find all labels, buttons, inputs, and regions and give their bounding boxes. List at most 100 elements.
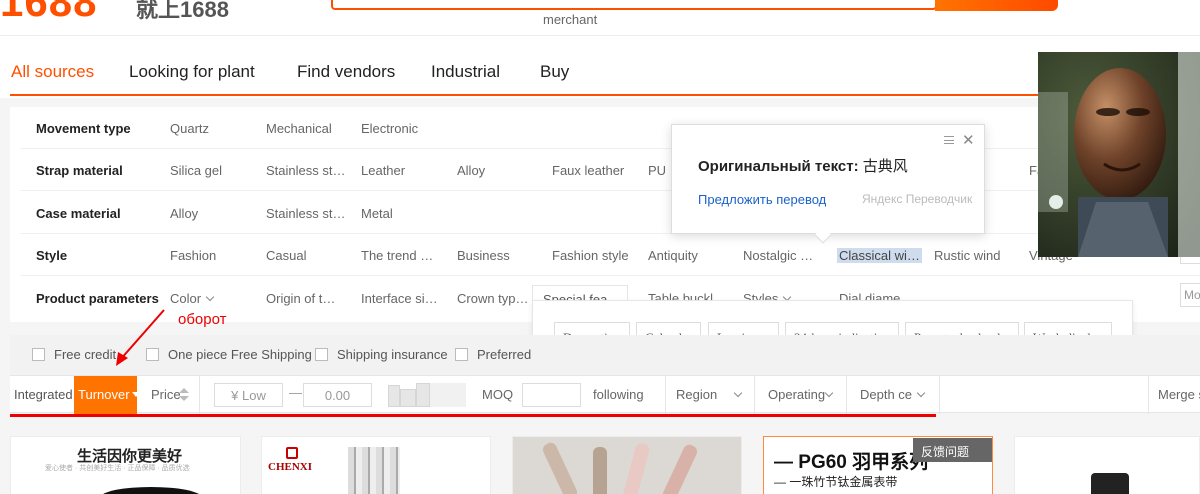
filter-label: Style <box>36 248 68 263</box>
sort-arrows-icon <box>179 388 189 402</box>
suggest-translation-link[interactable]: Предложить перевод <box>698 192 826 207</box>
product-card[interactable] <box>512 436 742 494</box>
sort-bar: Integrated Turnover Price ¥ Low — 0.00 M… <box>10 375 1200 414</box>
tab-buy[interactable]: Buy <box>540 62 569 82</box>
filter-option[interactable]: Fashion style <box>552 248 629 263</box>
filter-row-style: Style Fashion Casual The trend … Busines… <box>20 234 1200 276</box>
site-logo[interactable]: 1688 <box>0 0 97 26</box>
checkbox-box <box>32 348 45 361</box>
moq-label: MOQ <box>482 387 514 402</box>
sort-turnover-label: Turnover <box>78 387 130 402</box>
menu-icon[interactable] <box>944 136 954 144</box>
filter-option[interactable]: Fashion <box>170 248 216 263</box>
filter-row-case: Case material Alloy Stainless st… Metal <box>20 192 1200 234</box>
param-dropdown[interactable]: Crown typ… <box>457 291 529 306</box>
operating-dropdown[interactable]: Operating <box>768 387 834 402</box>
tab-industrial[interactable]: Industrial <box>431 62 500 82</box>
filter-option[interactable]: Business <box>457 248 510 263</box>
divider <box>665 376 666 414</box>
product-banner-subtitle: — 一珠竹节钛金属表带 <box>774 475 898 489</box>
depth-dropdown-label: Depth ce <box>860 387 913 402</box>
checkbox-label: Shipping insurance <box>337 347 448 362</box>
chevron-down-icon <box>205 292 215 302</box>
filter-option[interactable]: The trend … <box>361 248 433 263</box>
site-logo-slogan: 就上1688 <box>136 0 229 22</box>
filter-option[interactable]: Alloy <box>457 163 485 178</box>
filter-option[interactable]: Quartz <box>170 121 209 136</box>
tab-all-sources[interactable]: All sources <box>11 62 94 82</box>
close-icon[interactable]: ✕ <box>962 131 975 149</box>
product-image <box>593 447 607 494</box>
source-tabs: All sources Looking for plant Find vendo… <box>0 36 1200 98</box>
sort-integrated[interactable]: Integrated <box>14 387 73 402</box>
filter-label: Strap material <box>36 163 123 178</box>
checkbox-free-credit[interactable]: Free credit <box>32 347 116 362</box>
price-distribution-graph[interactable] <box>388 383 466 407</box>
tab-find-vendors[interactable]: Find vendors <box>297 62 395 82</box>
filter-option[interactable]: Metal <box>361 206 393 221</box>
checkbox-label: Preferred <box>477 347 532 362</box>
product-card[interactable] <box>1014 436 1200 494</box>
filter-option[interactable]: Rustic wind <box>934 248 1000 263</box>
filter-option[interactable]: Mechanical <box>266 121 332 136</box>
param-dropdown[interactable]: Interface si… <box>361 291 438 306</box>
filter-option[interactable]: Antiquity <box>648 248 698 263</box>
active-tab-underline <box>10 94 1070 96</box>
product-card[interactable]: CHENXI <box>261 436 491 494</box>
filter-option[interactable]: Faux leather <box>552 163 624 178</box>
product-image <box>348 447 400 494</box>
product-image <box>660 442 700 494</box>
filter-option[interactable]: Casual <box>266 248 306 263</box>
sort-turnover[interactable]: Turnover <box>74 376 140 414</box>
moq-following-label: following <box>593 387 644 402</box>
sort-price[interactable]: Price <box>151 387 181 402</box>
chevron-down-icon <box>733 388 743 398</box>
brand-logo: CHENXI <box>268 461 313 473</box>
translator-brand[interactable]: Яндекс Переводчик <box>862 192 972 206</box>
more-button[interactable]: More <box>1180 283 1200 307</box>
product-card[interactable]: 生活因你更美好 爱心使者 · 共创美好生活 · 正品保障 · 品质优选 <box>10 436 241 494</box>
filter-option[interactable]: Stainless st… <box>266 163 345 178</box>
annotation-underline <box>10 414 936 417</box>
product-grid: 生活因你更美好 爱心使者 · 共创美好生活 · 正品保障 · 品质优选 CHEN… <box>0 422 1200 494</box>
brand-shield-icon <box>286 447 298 459</box>
filter-option[interactable]: Electronic <box>361 121 418 136</box>
checkbox-preferred[interactable]: Preferred <box>455 347 531 362</box>
range-dash: — <box>289 385 302 400</box>
filter-label: Movement type <box>36 121 131 136</box>
filter-row-movement: Movement type Quartz Mechanical Electron… <box>20 107 1200 149</box>
tab-looking-for-plant[interactable]: Looking for plant <box>129 62 255 82</box>
caret-down-icon <box>131 392 140 397</box>
divider <box>754 376 755 414</box>
chevron-down-icon <box>916 388 926 398</box>
filter-option[interactable]: Stainless st… <box>266 206 345 221</box>
param-dropdown[interactable]: Origin of t… <box>266 291 335 306</box>
filter-option[interactable]: Silica gel <box>170 163 222 178</box>
divider <box>846 376 847 414</box>
price-high-input[interactable]: 0.00 <box>303 383 372 407</box>
moq-input[interactable] <box>522 383 581 407</box>
region-dropdown-label: Region <box>676 387 718 402</box>
product-banner-subtitle: 爱心使者 · 共创美好生活 · 正品保障 · 品质优选 <box>45 465 190 472</box>
translator-title-prefix: Оригинальный текст: <box>698 158 859 175</box>
checkbox-free-shipping[interactable]: One piece Free Shipping <box>146 347 312 362</box>
product-image <box>621 442 651 494</box>
feedback-button[interactable]: 反馈问题 <box>913 438 992 462</box>
filter-option-selected[interactable]: Classical wi… <box>837 248 922 263</box>
search-button[interactable] <box>935 0 1058 11</box>
filter-option[interactable]: Leather <box>361 163 405 178</box>
depth-dropdown[interactable]: Depth ce <box>860 387 926 402</box>
checkbox-shipping-insurance[interactable]: Shipping insurance <box>315 347 448 362</box>
region-dropdown[interactable]: Region <box>676 387 743 402</box>
filter-option[interactable]: PU <box>648 163 666 178</box>
param-dropdown[interactable]: Color <box>170 291 215 306</box>
filter-label: Product parameters <box>36 291 159 306</box>
filter-option[interactable]: Nostalgic … <box>743 248 813 263</box>
filter-row-strap: Strap material Silica gel Stainless st… … <box>20 149 1200 191</box>
merge-same-toggle[interactable]: Merge s <box>1158 387 1200 402</box>
search-input[interactable] <box>331 0 937 10</box>
search-hint-merchant[interactable]: merchant <box>543 12 597 27</box>
price-low-input[interactable]: ¥ Low <box>214 383 283 407</box>
divider <box>1148 376 1149 414</box>
filter-option[interactable]: Alloy <box>170 206 198 221</box>
